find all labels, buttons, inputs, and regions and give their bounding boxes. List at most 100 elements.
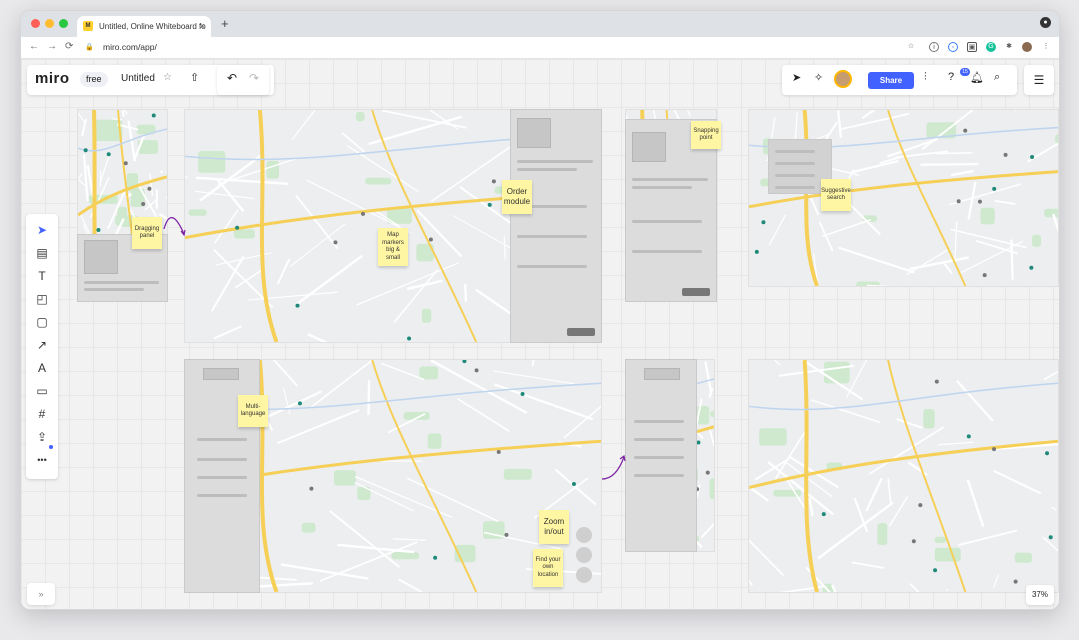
- search-icon[interactable]: ⌕: [994, 71, 1000, 84]
- sticky-zoom-in-out[interactable]: Zoom in/out: [539, 510, 569, 544]
- share-button[interactable]: Share: [868, 72, 914, 89]
- image-placeholder: [517, 118, 551, 148]
- redo-icon[interactable]: ↷: [249, 71, 259, 85]
- browser-tab[interactable]: M Untitled, Online Whiteboard fo ×: [77, 16, 211, 37]
- collaboration-bar: ➤ ✧ Share ⫶ ? 15 🔔︎ ⌕: [782, 65, 1017, 95]
- text-line: [84, 288, 144, 291]
- notes-panel-icon[interactable]: ☰: [1024, 65, 1054, 95]
- new-indicator-dot: [49, 445, 53, 449]
- board-title[interactable]: Untitled: [121, 73, 155, 84]
- star-icon[interactable]: ☆: [163, 72, 172, 83]
- notification-badge: 15: [960, 68, 970, 76]
- text-tool[interactable]: T: [32, 266, 52, 286]
- plan-badge[interactable]: free: [80, 72, 108, 87]
- miro-logo[interactable]: miro: [35, 70, 70, 87]
- text-line: [517, 235, 587, 238]
- browser-window: M Untitled, Online Whiteboard fo × + ● ←…: [20, 10, 1060, 610]
- shape-tool[interactable]: ▢: [32, 312, 52, 332]
- order-button[interactable]: [682, 288, 710, 296]
- zoom-out-control[interactable]: [576, 547, 592, 563]
- templates-tool[interactable]: ▤: [32, 243, 52, 263]
- back-icon[interactable]: ←: [29, 41, 39, 52]
- window-record-icon: ●: [1040, 17, 1051, 28]
- connector-arrow[interactable]: [601, 456, 625, 480]
- reload-icon[interactable]: ⟳: [65, 41, 73, 52]
- sticky-map-markers[interactable]: Map markers big & small: [378, 228, 408, 266]
- menu-line: [634, 438, 684, 441]
- url-field[interactable]: miro.com/app/: [103, 42, 157, 52]
- text-line: [775, 150, 815, 153]
- lock-icon: 🔒: [85, 44, 94, 51]
- image-placeholder: [84, 240, 118, 274]
- extension-icon[interactable]: ◦: [948, 42, 958, 52]
- image-placeholder: [632, 132, 666, 162]
- undo-icon[interactable]: ↶: [227, 71, 237, 85]
- arrow-tool[interactable]: ↗: [32, 335, 52, 355]
- mobile-menu-panel: [625, 359, 697, 552]
- reaction-icon[interactable]: ✧: [814, 71, 823, 84]
- undo-redo-group: ↶ ↷: [217, 65, 269, 95]
- more-tools-icon[interactable]: •••: [32, 450, 52, 470]
- bell-icon[interactable]: 🔔︎: [970, 71, 984, 84]
- text-line: [517, 265, 587, 268]
- sticky-dragging-panel[interactable]: Dragging panel: [132, 217, 162, 249]
- whiteboard-canvas[interactable]: miro free Untitled ☆ ⇧ ↶ ↷ ➤ ✧ Share ⫶ ?…: [21, 59, 1059, 609]
- user-avatar[interactable]: [834, 70, 852, 88]
- maximize-window-icon[interactable]: [59, 19, 68, 28]
- sticky-note-tool[interactable]: ◰: [32, 289, 52, 309]
- sticky-order-module[interactable]: Order module: [502, 180, 532, 214]
- map-frame-desktop-2[interactable]: [748, 109, 1059, 287]
- sticky-find-location[interactable]: Find your own location: [533, 549, 563, 587]
- screenshot-extension-icon[interactable]: ▣: [967, 42, 977, 52]
- text-line: [632, 178, 708, 181]
- minimize-window-icon[interactable]: [45, 19, 54, 28]
- menu-line: [197, 458, 247, 461]
- sticky-snapping-point[interactable]: Snapping point: [691, 121, 721, 149]
- select-tool[interactable]: ➤: [32, 220, 52, 240]
- upload-tool[interactable]: ⇪: [32, 427, 52, 447]
- help-icon[interactable]: ?: [948, 71, 954, 83]
- map-frame-desktop-4[interactable]: [748, 359, 1059, 593]
- expand-panel-button[interactable]: »: [27, 583, 55, 605]
- settings-sliders-icon[interactable]: ⫶: [924, 71, 927, 84]
- bookmark-star-icon[interactable]: ☆: [906, 42, 916, 52]
- text-line: [84, 281, 159, 284]
- text-line: [775, 162, 815, 165]
- miro-favicon-icon: M: [83, 21, 93, 31]
- text-line: [517, 168, 577, 171]
- text-line: [632, 250, 702, 253]
- info-extension-icon[interactable]: i: [929, 42, 939, 52]
- menu-line: [197, 476, 247, 479]
- zoom-level[interactable]: 37%: [1026, 585, 1054, 605]
- zoom-in-control[interactable]: [576, 527, 592, 543]
- cursor-follow-icon[interactable]: ➤: [792, 71, 801, 84]
- order-button[interactable]: [567, 328, 595, 336]
- grammarly-icon[interactable]: G: [986, 42, 996, 52]
- menu-line: [197, 438, 247, 441]
- menu-line: [197, 494, 247, 497]
- tab-bar: M Untitled, Online Whiteboard fo × + ●: [21, 11, 1059, 37]
- text-line: [632, 186, 692, 189]
- close-window-icon[interactable]: [31, 19, 40, 28]
- locate-control[interactable]: [576, 567, 592, 583]
- creation-toolbar: ➤ ▤ T ◰ ▢ ↗ A ▭ # ⇪ •••: [26, 214, 58, 479]
- address-bar: ← → ⟳ 🔒 miro.com/app/ ☆ i ◦ ▣ G ✱ ⋮: [21, 37, 1059, 59]
- sticky-suggestive-search[interactable]: Suggestive search: [821, 179, 851, 211]
- text-line: [632, 220, 702, 223]
- comment-tool[interactable]: ▭: [32, 381, 52, 401]
- new-tab-button[interactable]: +: [221, 16, 229, 31]
- menu-line: [634, 474, 684, 477]
- puzzle-extensions-icon[interactable]: ✱: [1004, 42, 1014, 52]
- frame-tool[interactable]: #: [32, 404, 52, 424]
- close-tab-icon[interactable]: ×: [200, 16, 205, 37]
- menu-line: [634, 456, 684, 459]
- browser-menu-icon[interactable]: ⋮: [1041, 42, 1051, 52]
- map-streets: [749, 360, 1058, 592]
- map-streets: [749, 110, 1058, 286]
- pen-tool[interactable]: A: [32, 358, 52, 378]
- export-icon[interactable]: ⇧: [190, 71, 199, 84]
- logo-placeholder: [644, 368, 680, 380]
- profile-avatar[interactable]: [1022, 42, 1032, 52]
- forward-icon[interactable]: →: [47, 41, 57, 52]
- sticky-multi-language[interactable]: Multi-language: [238, 395, 268, 427]
